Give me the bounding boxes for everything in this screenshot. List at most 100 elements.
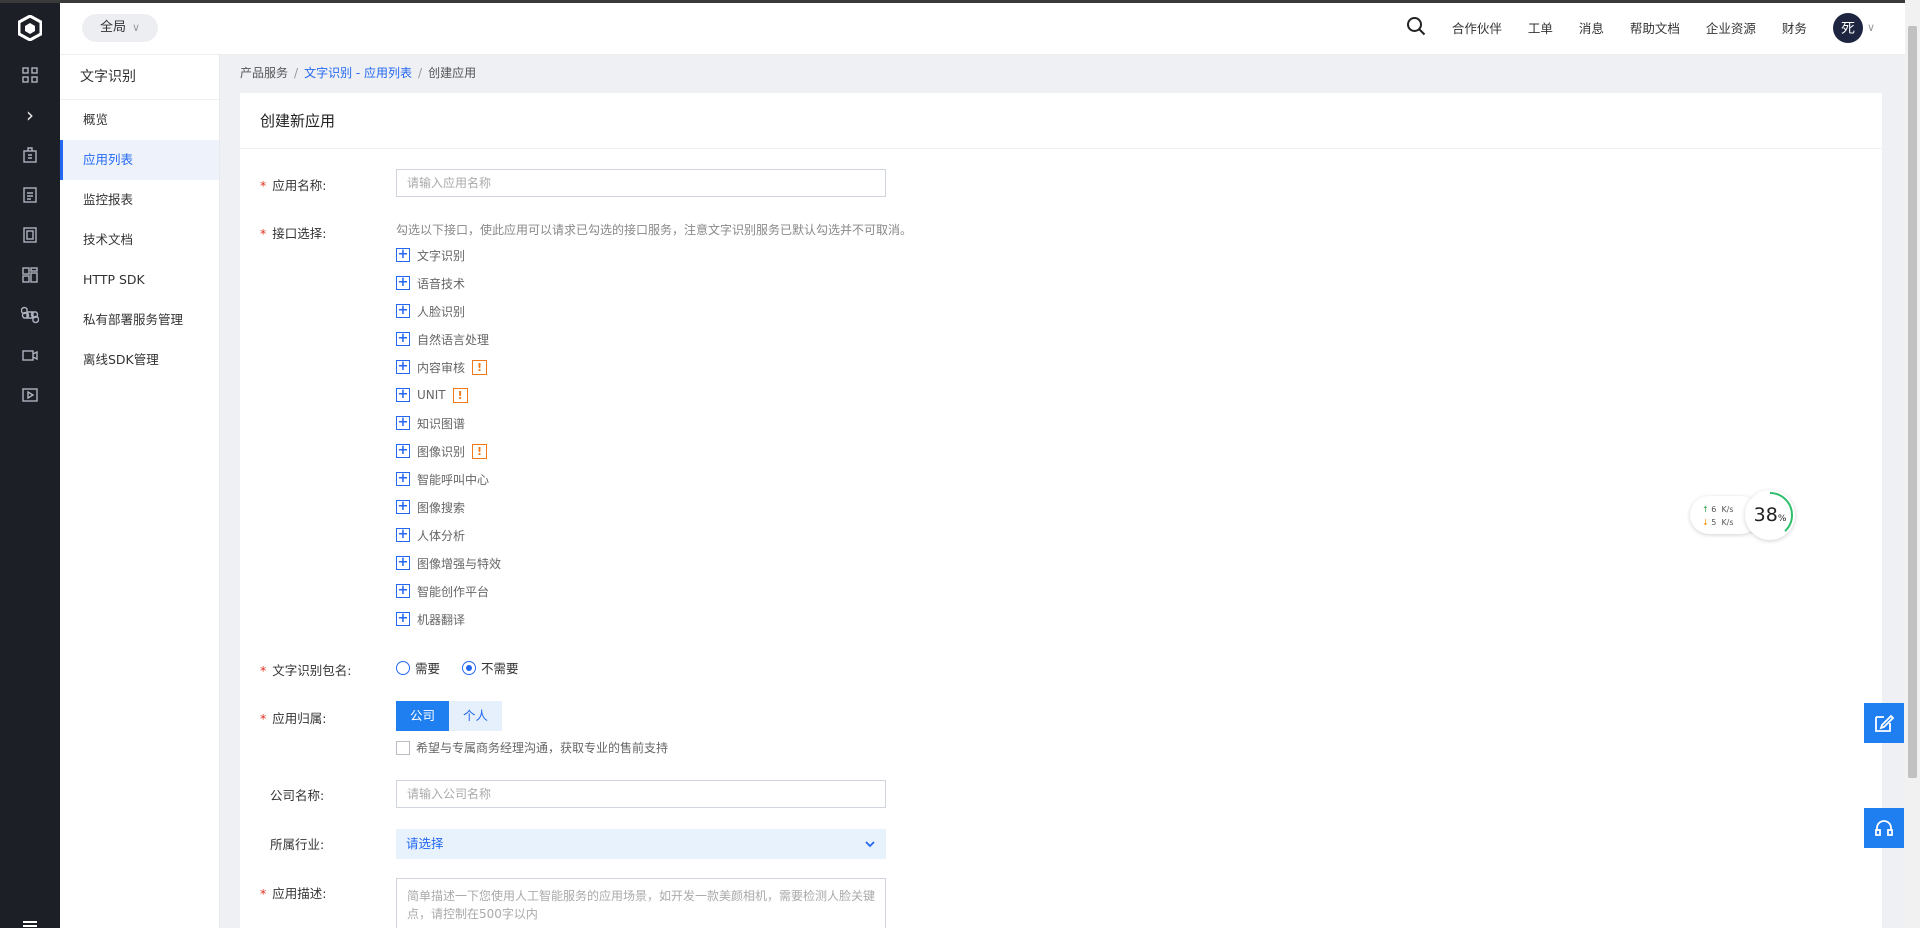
nav-help-docs[interactable]: 帮助文档 [1630, 18, 1680, 37]
nav-finance[interactable]: 财务 [1782, 18, 1807, 37]
contact-checkbox[interactable]: 希望与专属商务经理沟通，获取专业的售前支持 [396, 739, 668, 756]
plus-icon[interactable]: + [396, 304, 410, 318]
scrollbar-thumb[interactable] [1908, 26, 1917, 778]
owner-company-button[interactable]: 公司 [396, 701, 450, 731]
plus-icon[interactable]: + [396, 556, 410, 570]
api-label: UNIT [417, 388, 446, 402]
api-item[interactable]: + 机器翻译 [396, 605, 501, 633]
usage-percent: 38% [1745, 504, 1795, 526]
description-textarea[interactable]: 简单描述一下您使用人工智能服务的应用场景，如开发一款美颜相机，需要检测人脸关键点… [396, 878, 886, 928]
plus-icon[interactable]: + [396, 416, 410, 430]
plus-icon[interactable]: + [396, 444, 410, 458]
percent-sign: % [1777, 514, 1787, 524]
search-icon[interactable] [1406, 16, 1426, 39]
play-icon[interactable] [0, 375, 60, 415]
feedback-button[interactable] [1864, 703, 1904, 743]
sidebar-item-overview[interactable]: 概览 [60, 100, 219, 140]
required-mark: * [260, 663, 267, 678]
icon-rail: › [0, 0, 60, 928]
radio-dot[interactable] [462, 660, 477, 675]
command-icon[interactable] [0, 295, 60, 335]
support-button[interactable] [1864, 808, 1904, 848]
plus-icon[interactable]: + [396, 528, 410, 542]
radio-label: 需要 [415, 661, 441, 676]
sidebar-item-http-sdk[interactable]: HTTP SDK [60, 260, 219, 300]
nav-partner[interactable]: 合作伙伴 [1452, 18, 1502, 37]
breadcrumb-link[interactable]: 文字识别 - 应用列表 [304, 66, 412, 80]
plus-icon[interactable]: + [396, 612, 410, 626]
api-item[interactable]: + 图像搜索 [396, 493, 501, 521]
api-item[interactable]: + 自然语言处理 [396, 325, 501, 353]
plus-icon[interactable]: + [396, 500, 410, 514]
nav-enterprise-resources[interactable]: 企业资源 [1706, 18, 1756, 37]
camera-icon[interactable] [0, 335, 60, 375]
app-name-input[interactable] [396, 169, 886, 197]
company-name-input[interactable] [396, 780, 886, 808]
menu-icon[interactable] [0, 910, 60, 928]
api-label: 自然语言处理 [417, 332, 490, 347]
checkbox-box[interactable] [396, 740, 410, 755]
checkbox-label: 希望与专属商务经理沟通，获取专业的售前支持 [416, 741, 669, 755]
api-item[interactable]: + 智能创作平台 [396, 577, 501, 605]
api-item[interactable]: + 内容审核! [396, 353, 501, 381]
warning-icon: ! [452, 387, 468, 403]
building-icon[interactable] [0, 135, 60, 175]
plus-icon[interactable]: + [396, 360, 410, 374]
app-name-label: * 应用名称: [260, 175, 326, 194]
api-item[interactable]: + 文字识别 [396, 241, 501, 269]
speed-unit: K/s [1721, 518, 1734, 527]
label-text: 接口选择: [272, 226, 327, 241]
owner-personal-button[interactable]: 个人 [449, 701, 503, 731]
breadcrumb-sep: / [294, 66, 299, 80]
api-label: 图像识别 [417, 444, 466, 459]
user-menu[interactable]: 死 ∨ [1832, 12, 1875, 43]
label-text: 应用归属: [272, 711, 327, 726]
industry-select[interactable]: 请选择 [396, 829, 886, 859]
sidebar-item-tech-docs[interactable]: 技术文档 [60, 220, 219, 260]
headset-icon [1875, 820, 1893, 836]
expand-chevron-icon[interactable]: › [0, 95, 60, 135]
api-item[interactable]: + 人体分析 [396, 521, 501, 549]
api-item[interactable]: + 图像识别! [396, 437, 501, 465]
api-label: 人体分析 [417, 528, 466, 543]
api-item[interactable]: + 人脸识别 [396, 297, 501, 325]
download-speed: 5 [1711, 518, 1717, 527]
api-item[interactable]: + UNIT! [396, 381, 501, 409]
api-item[interactable]: + 知识图谱 [396, 409, 501, 437]
grid-icon[interactable] [0, 255, 60, 295]
sidebar-item-offline-sdk[interactable]: 离线SDK管理 [60, 340, 219, 380]
package-name-label: * 文字识别包名: [260, 660, 351, 679]
plus-icon[interactable]: + [396, 472, 410, 486]
plus-icon[interactable]: + [396, 584, 410, 598]
document-icon[interactable] [0, 175, 60, 215]
api-label: 智能创作平台 [417, 584, 490, 599]
avatar[interactable]: 死 [1832, 12, 1863, 43]
api-item[interactable]: + 图像增强与特效 [396, 549, 501, 577]
upload-speed: 6 [1711, 505, 1717, 514]
api-label: 智能呼叫中心 [417, 472, 490, 487]
plus-icon[interactable]: + [396, 248, 410, 262]
server-icon[interactable] [0, 215, 60, 255]
dashboard-icon[interactable] [0, 55, 60, 95]
radio-not-need[interactable]: 不需要 [462, 658, 519, 677]
nav-messages[interactable]: 消息 [1579, 18, 1604, 37]
required-mark: * [260, 178, 267, 193]
sidebar-item-private-deploy[interactable]: 私有部署服务管理 [60, 300, 219, 340]
logo-icon[interactable] [0, 0, 60, 55]
plus-icon[interactable]: + [396, 276, 410, 290]
sidebar-item-monitor-report[interactable]: 监控报表 [60, 180, 219, 220]
page-scrollbar[interactable] [1905, 0, 1920, 928]
breadcrumb-root[interactable]: 产品服务 [240, 66, 288, 80]
network-speed-widget[interactable]: ↑ 6 K/s ↓ 5 K/s 38% [1690, 490, 1800, 540]
plus-icon[interactable]: + [396, 388, 410, 402]
nav-ticket[interactable]: 工单 [1528, 18, 1553, 37]
api-item[interactable]: + 智能呼叫中心 [396, 465, 501, 493]
plus-icon[interactable]: + [396, 332, 410, 346]
radio-label: 不需要 [481, 661, 519, 676]
region-selector[interactable]: 全局 ∨ [82, 14, 159, 42]
sidebar-item-app-list[interactable]: 应用列表 [60, 140, 219, 180]
radio-dot[interactable] [396, 660, 410, 675]
radio-need[interactable]: 需要 [396, 658, 440, 677]
api-item[interactable]: + 语音技术 [396, 269, 501, 297]
owner-label: * 应用归属: [260, 708, 326, 727]
